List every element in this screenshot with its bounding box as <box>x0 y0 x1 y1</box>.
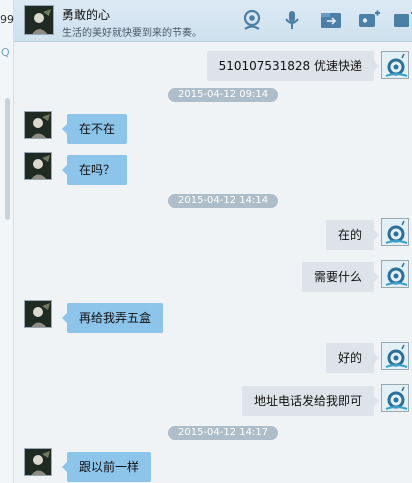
message-bubble-incoming[interactable]: 跟以前一样 <box>61 452 152 482</box>
voice-call-icon[interactable] <box>280 9 304 31</box>
contact-avatar[interactable] <box>24 300 52 328</box>
contact-avatar[interactable] <box>24 5 54 35</box>
remote-assist-icon[interactable] <box>357 9 381 31</box>
chat-header: 勇敢的心 生活的美好就快要到来的节奏。 <box>14 0 412 42</box>
message-bubble-incoming[interactable]: 在吗？ <box>61 155 128 185</box>
video-call-icon[interactable] <box>240 9 264 31</box>
my-avatar[interactable] <box>381 342 409 370</box>
my-avatar[interactable] <box>381 51 409 79</box>
sidebar-scrollbar[interactable] <box>5 98 10 220</box>
message-bubble-outgoing[interactable]: 地址电话发给我即可 <box>241 386 380 416</box>
message-bubble-outgoing[interactable]: 在的 <box>325 220 380 250</box>
my-avatar[interactable] <box>381 218 409 246</box>
timestamp: 2015-04-12 09:14 <box>168 88 279 102</box>
message-bubble-outgoing[interactable]: 好的 <box>325 343 380 373</box>
contact-avatar[interactable] <box>24 448 52 476</box>
contact-signature: 生活的美好就快要到来的节奏。 <box>62 28 202 39</box>
search-icon[interactable]: Q <box>1 46 10 59</box>
message-bubble-outgoing[interactable]: 510107531828 优速快递 <box>206 51 380 81</box>
contact-avatar[interactable] <box>24 152 52 180</box>
my-avatar[interactable] <box>381 384 409 412</box>
partial-number: 99 <box>0 13 14 26</box>
message-bubble-incoming[interactable]: 在不在 <box>61 114 128 144</box>
file-transfer-icon[interactable] <box>319 9 343 31</box>
app-launch-icon[interactable] <box>392 9 412 31</box>
timestamp: 2015-04-12 14:14 <box>168 194 279 208</box>
message-list[interactable]: 510107531828 优速快递 2015-04-12 09:14 在不在 在… <box>14 42 412 483</box>
contact-name: 勇敢的心 <box>62 8 111 22</box>
message-bubble-outgoing[interactable]: 需要什么 <box>301 262 380 292</box>
message-bubble-incoming[interactable]: 再给我弄五盒 <box>61 303 164 333</box>
my-avatar[interactable] <box>381 260 409 288</box>
contact-avatar[interactable] <box>24 111 52 139</box>
previous-panel-edge: 99 Q <box>0 0 14 483</box>
timestamp: 2015-04-12 14:17 <box>168 426 279 440</box>
